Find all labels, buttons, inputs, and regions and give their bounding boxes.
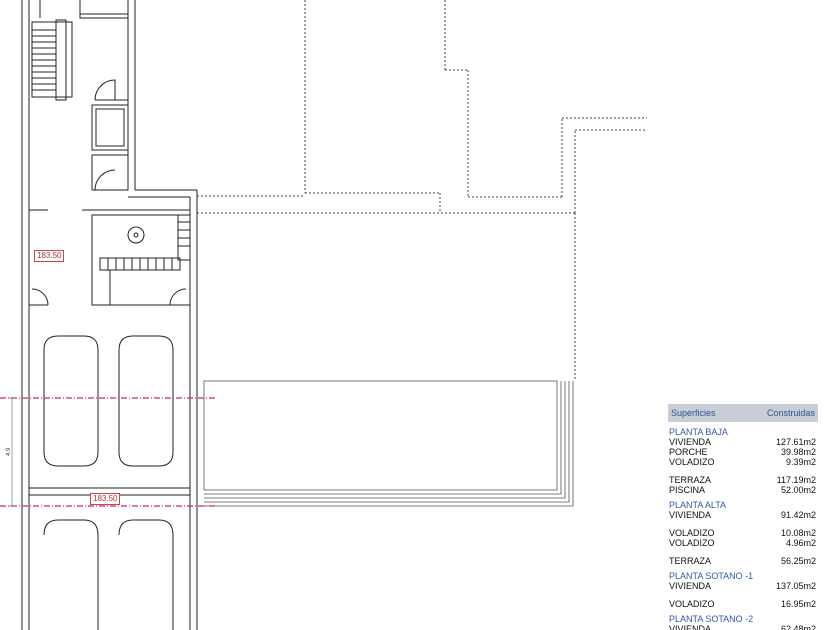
section-title: PLANTA BAJA <box>669 427 728 437</box>
area-label: TERRAZA <box>669 475 712 485</box>
area-row: VOLADIZO 4.96m2 <box>668 538 818 548</box>
level-tag: 183.50 <box>34 250 65 262</box>
header-superficies: Superficies <box>671 408 716 418</box>
area-value: 4.96m2 <box>785 538 816 548</box>
area-label: VOLADIZO <box>669 538 715 548</box>
site-boundary-lines <box>197 0 647 380</box>
area-value: 10.08m2 <box>780 528 816 538</box>
service-rooms <box>91 104 191 306</box>
section-title: PLANTA SOTANO -1 <box>669 571 754 581</box>
level-tag: 183.50 <box>90 493 121 505</box>
swimming-pool <box>203 380 574 507</box>
door-swings <box>31 79 187 306</box>
car-outline <box>118 519 174 630</box>
section-title: PLANTA ALTA <box>669 500 727 510</box>
section-cut-lines <box>0 397 216 507</box>
area-label: VOLADIZO <box>669 457 715 467</box>
area-label: PORCHE <box>669 447 708 457</box>
area-label: VIVIENDA <box>669 581 712 591</box>
area-row: VIVIENDA 91.42m2 <box>668 510 818 520</box>
area-row: PISCINA 52.00m2 <box>668 485 818 495</box>
area-label: VIVIENDA <box>669 437 712 447</box>
car-outline <box>43 519 99 630</box>
area-label: VIVIENDA <box>669 510 712 520</box>
parked-cars <box>43 335 174 630</box>
section-title: PLANTA SOTANO -2 <box>669 614 754 624</box>
staircase <box>31 0 129 101</box>
areas-table: Superficies Construidas PLANTA BAJA VIVIE… <box>668 404 818 630</box>
area-value: 52.00m2 <box>780 485 816 495</box>
area-value: 56.25m2 <box>780 556 816 566</box>
header-construidas: Construidas <box>766 408 815 418</box>
area-value: 91.42m2 <box>780 510 816 520</box>
round-fixture <box>127 226 145 244</box>
area-label: VOLADIZO <box>669 599 715 609</box>
dimension-label: 4.9 <box>6 447 12 456</box>
area-row: TERRAZA 117.19m2 <box>668 475 818 485</box>
area-value: 39.98m2 <box>780 447 816 457</box>
car-outline <box>118 335 174 467</box>
area-label: TERRAZA <box>669 556 712 566</box>
area-row: VOLADIZO 16.95m2 <box>668 599 818 609</box>
area-row: VIVIENDA 62.48m2 <box>668 624 818 630</box>
area-row: VIVIENDA 137.05m2 <box>668 581 818 591</box>
area-row: VIVIENDA 127.61m2 <box>668 437 818 447</box>
area-value: 117.19m2 <box>776 475 816 485</box>
area-value: 62.48m2 <box>780 624 816 630</box>
area-label: VIVIENDA <box>669 624 712 630</box>
areas-table-header: Superficies Construidas <box>668 404 818 422</box>
area-label: VOLADIZO <box>669 528 715 538</box>
area-value: 137.05m2 <box>775 581 816 591</box>
area-value: 9.39m2 <box>785 457 816 467</box>
area-value: 127.61m2 <box>775 437 816 447</box>
area-row: PORCHE 39.98m2 <box>668 447 818 457</box>
building-walls <box>21 0 198 630</box>
areas-table-body: PLANTA BAJA VIVIENDA 127.61m2 PORCHE 39.98m2… <box>668 427 818 630</box>
area-row: VOLADIZO 9.39m2 <box>668 457 818 467</box>
area-label: PISCINA <box>669 485 706 495</box>
area-row: VOLADIZO 10.08m2 <box>668 528 818 538</box>
area-row: TERRAZA 56.25m2 <box>668 556 818 566</box>
area-value: 16.95m2 <box>780 599 816 609</box>
car-outline <box>43 335 99 467</box>
